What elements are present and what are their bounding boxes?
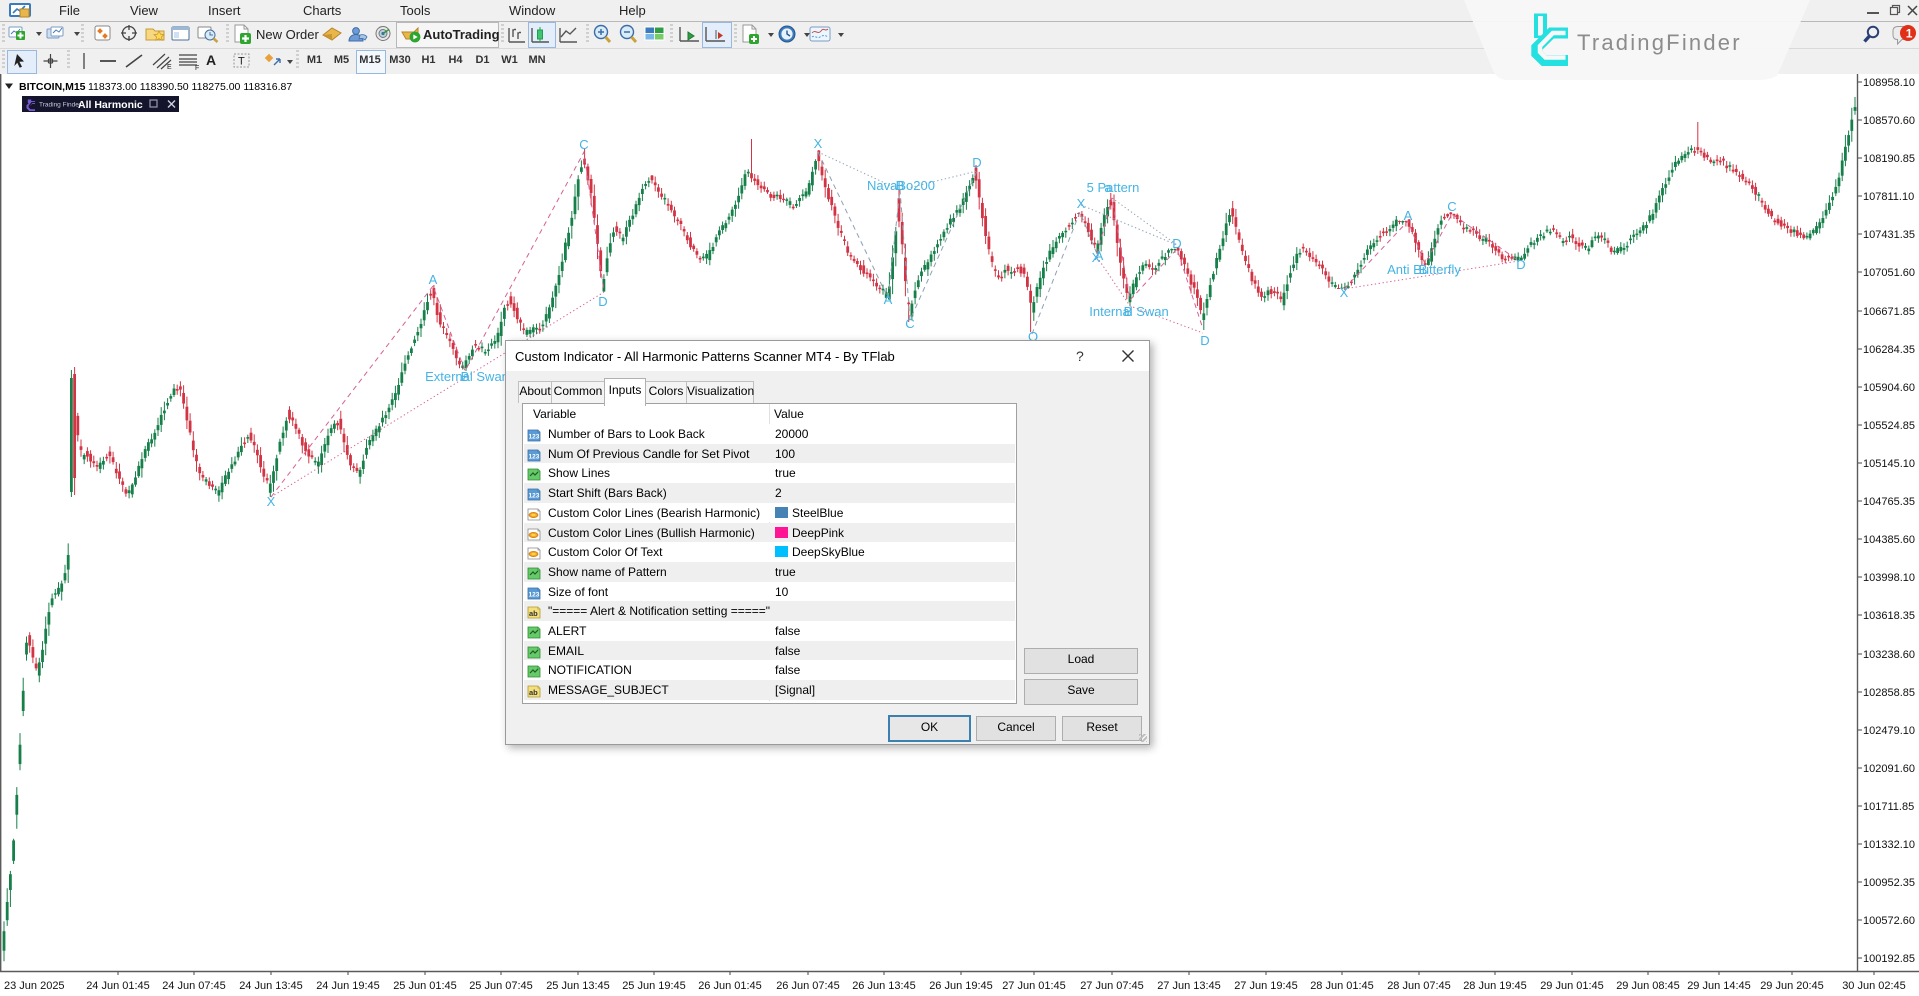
svg-text:29 Jun 01:45: 29 Jun 01:45 [1540, 980, 1604, 992]
svg-text:26 Jun 19:45: 26 Jun 19:45 [929, 980, 993, 992]
svg-text:107811.10: 107811.10 [1863, 191, 1914, 203]
svg-text:27 Jun 07:45: 27 Jun 07:45 [1080, 980, 1144, 992]
svg-text:Trading Finder: Trading Finder [39, 102, 82, 109]
svg-text:A: A [1404, 208, 1413, 223]
svg-text:24 Jun 13:45: 24 Jun 13:45 [239, 980, 303, 992]
svg-text:106284.35: 106284.35 [1863, 344, 1915, 356]
svg-text:A: A [1095, 248, 1104, 263]
svg-text:24 Jun 01:45: 24 Jun 01:45 [86, 980, 150, 992]
svg-text:24 Jun 19:45: 24 Jun 19:45 [316, 980, 380, 992]
svg-text:103238.60: 103238.60 [1863, 649, 1915, 661]
svg-text:102858.85: 102858.85 [1863, 687, 1915, 699]
svg-text:107431.35: 107431.35 [1863, 229, 1915, 241]
svg-text:103618.35: 103618.35 [1863, 610, 1915, 622]
svg-text:102479.10: 102479.10 [1863, 725, 1915, 737]
svg-text:29 Jun 20:45: 29 Jun 20:45 [1760, 980, 1824, 992]
svg-text:103998.10: 103998.10 [1863, 572, 1915, 584]
svg-text:29 Jun 08:45: 29 Jun 08:45 [1616, 980, 1680, 992]
svg-text:30 Jun 02:45: 30 Jun 02:45 [1842, 980, 1906, 992]
svg-text:27 Jun 01:45: 27 Jun 01:45 [1002, 980, 1066, 992]
svg-text:ab: ab [529, 688, 538, 697]
svg-text:104385.60: 104385.60 [1863, 534, 1915, 546]
svg-text:D: D [972, 155, 981, 170]
svg-text:100572.60: 100572.60 [1863, 915, 1915, 927]
svg-text:101332.10: 101332.10 [1863, 839, 1915, 851]
svg-text:107051.60: 107051.60 [1863, 267, 1915, 279]
svg-text:25 Jun 19:45: 25 Jun 19:45 [622, 980, 686, 992]
svg-text:F: F [195, 65, 199, 71]
svg-text:26 Jun 13:45: 26 Jun 13:45 [852, 980, 916, 992]
svg-text:29 Jun 14:45: 29 Jun 14:45 [1687, 980, 1751, 992]
svg-text:25 Jun 13:45: 25 Jun 13:45 [546, 980, 610, 992]
svg-text:28 Jun 01:45: 28 Jun 01:45 [1310, 980, 1374, 992]
svg-text:26 Jun 01:45: 26 Jun 01:45 [698, 980, 762, 992]
svg-text:108570.60: 108570.60 [1863, 115, 1915, 127]
svg-text:123: 123 [529, 591, 540, 598]
svg-text:C: C [579, 137, 588, 152]
svg-text:25 Jun 07:45: 25 Jun 07:45 [469, 980, 533, 992]
svg-text:X: X [1340, 285, 1349, 300]
svg-text:123: 123 [529, 493, 540, 500]
svg-text:C: C [1447, 199, 1456, 214]
svg-text:D: D [1516, 257, 1525, 272]
svg-text:105145.10: 105145.10 [1863, 458, 1915, 470]
svg-text:D: D [1172, 236, 1181, 251]
svg-text:104765.35: 104765.35 [1863, 496, 1915, 508]
svg-text:24 Jun 07:45: 24 Jun 07:45 [162, 980, 226, 992]
svg-text:123: 123 [529, 453, 540, 460]
svg-text:100192.85: 100192.85 [1863, 953, 1915, 965]
svg-text:5 Pattern: 5 Pattern [1087, 180, 1140, 195]
svg-text:a: a [1104, 180, 1112, 195]
svg-text:25 Jun 01:45: 25 Jun 01:45 [393, 980, 457, 992]
svg-text:B: B [461, 369, 470, 384]
svg-text:ab: ab [529, 609, 538, 618]
svg-text:106671.85: 106671.85 [1863, 306, 1915, 318]
svg-text:D: D [1200, 333, 1209, 348]
svg-text:28 Jun 19:45: 28 Jun 19:45 [1463, 980, 1527, 992]
svg-text:1: 1 [1906, 27, 1913, 41]
svg-text:C: C [905, 316, 914, 331]
svg-text:B: B [1124, 304, 1133, 319]
svg-text:BITCOIN,M15: BITCOIN,M15 [19, 81, 86, 93]
svg-text:E: E [167, 64, 172, 71]
svg-text:X: X [1077, 196, 1086, 211]
svg-text:26 Jun 07:45: 26 Jun 07:45 [776, 980, 840, 992]
svg-text:23 Jun 2025: 23 Jun 2025 [4, 980, 65, 992]
svg-text:27 Jun 13:45: 27 Jun 13:45 [1157, 980, 1221, 992]
svg-text:X: X [267, 494, 276, 509]
svg-text:118373.00 118390.50 118275.00: 118373.00 118390.50 118275.00 118316.87 [88, 81, 292, 93]
svg-text:B: B [896, 178, 905, 193]
svg-text:28 Jun 07:45: 28 Jun 07:45 [1387, 980, 1451, 992]
svg-text:101711.85: 101711.85 [1863, 801, 1914, 813]
svg-text:T: T [238, 56, 245, 68]
svg-text:108190.85: 108190.85 [1863, 153, 1915, 165]
svg-text:D: D [598, 294, 607, 309]
svg-text:123: 123 [529, 434, 540, 441]
svg-text:105904.60: 105904.60 [1863, 382, 1915, 394]
svg-text:108958.10: 108958.10 [1863, 77, 1915, 89]
svg-text:All Harmonic: All Harmonic [78, 99, 143, 111]
svg-text:A: A [429, 272, 438, 287]
svg-text:B: B [1419, 262, 1428, 277]
svg-text:105524.85: 105524.85 [1863, 420, 1915, 432]
svg-text:100952.35: 100952.35 [1863, 877, 1915, 889]
svg-text:A: A [884, 292, 893, 307]
svg-text:X: X [814, 136, 823, 151]
svg-text:27 Jun 19:45: 27 Jun 19:45 [1234, 980, 1298, 992]
svg-text:102091.60: 102091.60 [1863, 763, 1915, 775]
